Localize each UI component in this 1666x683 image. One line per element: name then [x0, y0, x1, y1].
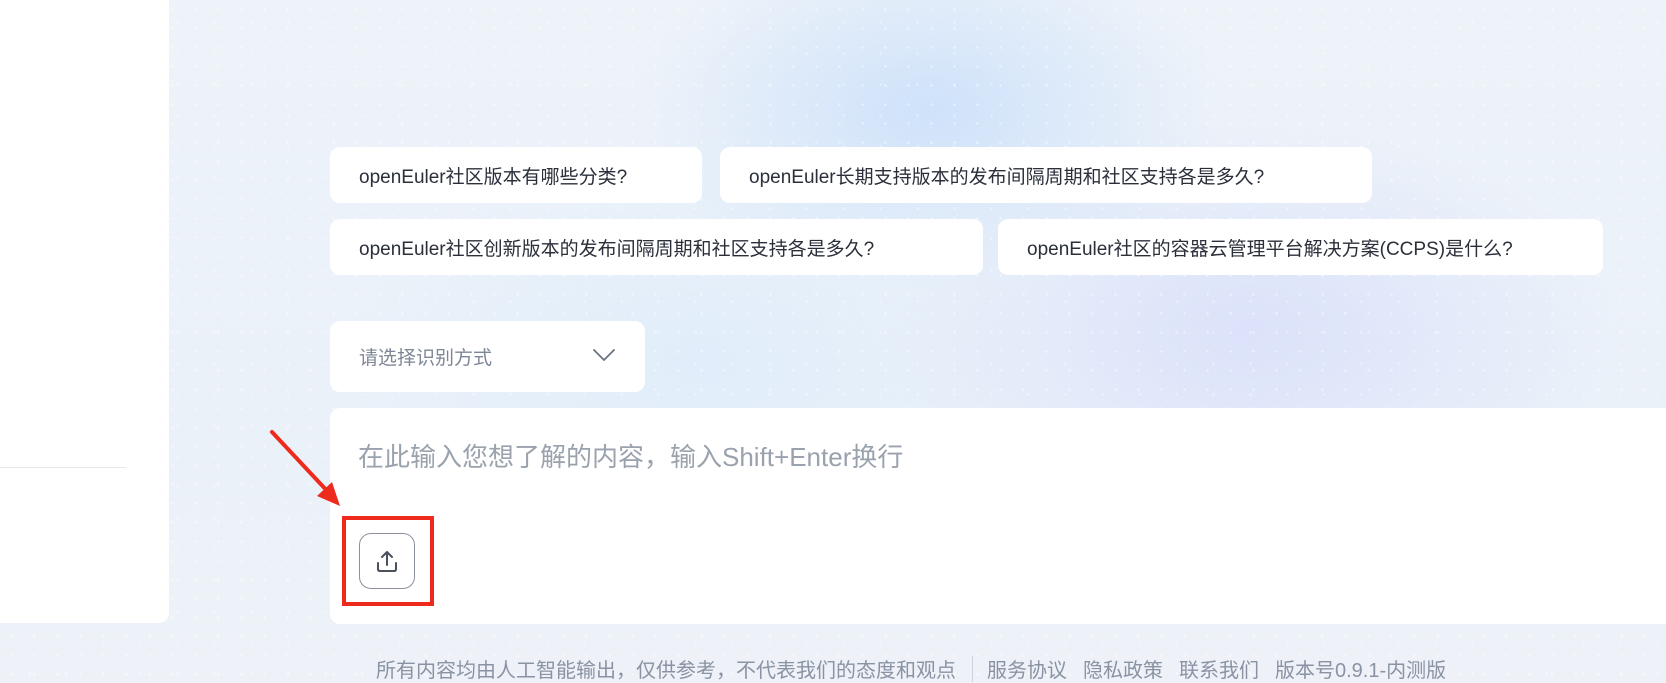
chevron-down-icon	[593, 349, 615, 361]
suggestion-chip-2[interactable]: openEuler长期支持版本的发布间隔周期和社区支持各是多久?	[720, 147, 1372, 203]
suggestion-chip-label: openEuler社区的容器云管理平台解决方案(CCPS)是什么?	[1027, 238, 1513, 260]
select-placeholder: 请选择识别方式	[359, 348, 493, 369]
footer-divider	[972, 655, 973, 682]
terms-link[interactable]: 服务协议	[987, 654, 1067, 683]
contact-link[interactable]: 联系我们	[1179, 654, 1259, 683]
suggestion-chip-label: openEuler社区创新版本的发布间隔周期和社区支持各是多久?	[359, 238, 875, 260]
chat-input-placeholder[interactable]: 在此输入您想了解的内容，输入Shift+Enter换行	[358, 437, 903, 474]
annotation-highlight-box	[342, 516, 434, 606]
suggestion-chip-label: openEuler社区版本有哪些分类?	[359, 166, 628, 188]
suggestion-chip-4[interactable]: openEuler社区的容器云管理平台解决方案(CCPS)是什么?	[998, 219, 1603, 275]
footer-disclaimer: 所有内容均由人工智能输出，仅供参考，不代表我们的态度和观点	[376, 660, 956, 682]
suggestion-chip-3[interactable]: openEuler社区创新版本的发布间隔周期和社区支持各是多久?	[330, 219, 983, 275]
sidebar-divider	[0, 467, 126, 468]
suggestion-chip-1[interactable]: openEuler社区版本有哪些分类?	[330, 147, 702, 203]
annotation-arrow-icon	[270, 430, 340, 506]
recognition-method-select[interactable]: 请选择识别方式	[330, 321, 645, 392]
version-label: 版本号0.9.1-内测版	[1275, 660, 1447, 682]
footer: 所有内容均由人工智能输出，仅供参考，不代表我们的态度和观点 服务协议 隐私政策 …	[376, 654, 1446, 683]
privacy-link[interactable]: 隐私政策	[1083, 654, 1163, 683]
suggestion-chip-label: openEuler长期支持版本的发布间隔周期和社区支持各是多久?	[749, 166, 1265, 188]
left-sidebar-panel	[0, 0, 169, 623]
